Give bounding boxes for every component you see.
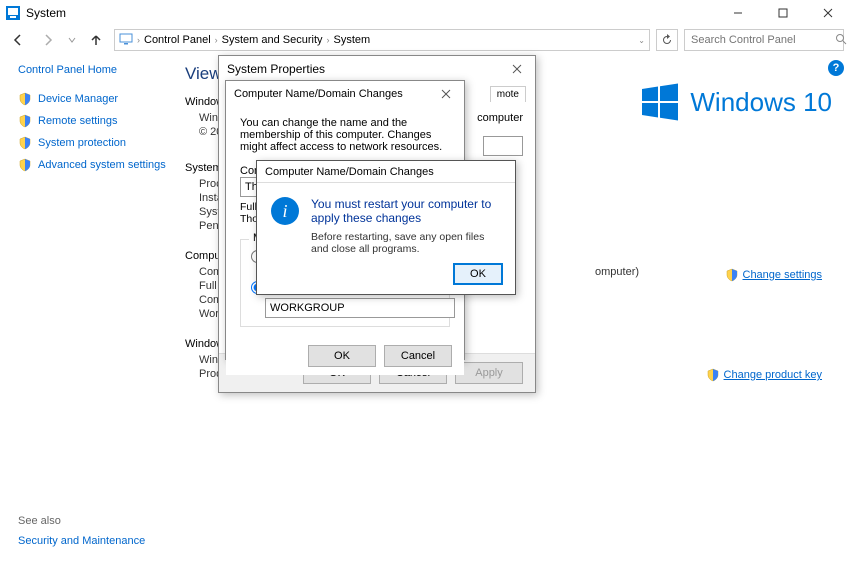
workgroup-input[interactable] (265, 298, 455, 318)
monitor-icon (119, 33, 133, 48)
breadcrumb-item[interactable]: Control Panel (144, 34, 211, 46)
titlebar: System (0, 0, 850, 26)
sidebar-link-remote-settings[interactable]: Remote settings (18, 114, 167, 128)
system-app-icon (6, 6, 20, 20)
back-button[interactable] (6, 28, 30, 52)
dialog-footer: OK (257, 263, 515, 295)
tab-remote[interactable]: mote (490, 86, 526, 102)
sidebar-link-system-protection[interactable]: System protection (18, 136, 167, 150)
breadcrumb-item[interactable]: System and Security (222, 34, 323, 46)
dialog-title: Computer Name/Domain Changes (265, 166, 507, 178)
dialog-title: Computer Name/Domain Changes (234, 88, 436, 100)
maximize-button[interactable] (760, 0, 805, 26)
ok-button[interactable]: OK (453, 263, 503, 285)
restart-body: Before restarting, save any open files a… (311, 231, 501, 255)
restart-prompt-dialog: Computer Name/Domain Changes i You must … (256, 160, 516, 295)
breadcrumb[interactable]: › Control Panel › System and Security › … (114, 29, 650, 51)
shield-icon (18, 158, 32, 172)
up-button[interactable] (84, 28, 108, 52)
sidebar-link-advanced-settings[interactable]: Advanced system settings (18, 158, 167, 172)
chevron-right-icon: › (215, 35, 218, 45)
window-title: System (26, 6, 715, 20)
change-settings-link[interactable]: Change settings (725, 268, 823, 282)
shield-icon (725, 268, 739, 282)
restart-headline: You must restart your computer to apply … (311, 197, 501, 225)
close-icon[interactable] (436, 84, 456, 104)
see-also-header: See also (18, 515, 145, 527)
dialog-body: i You must restart your computer to appl… (257, 183, 515, 263)
close-button[interactable] (805, 0, 850, 26)
dialog-titlebar[interactable]: Computer Name/Domain Changes (226, 81, 464, 107)
sidebar-link-device-manager[interactable]: Device Manager (18, 92, 167, 106)
shield-icon (18, 136, 32, 150)
forward-button[interactable] (36, 28, 60, 52)
close-icon[interactable] (507, 59, 527, 79)
minimize-button[interactable] (715, 0, 760, 26)
breadcrumb-item[interactable]: System (334, 34, 371, 46)
windows-logo-text: Windows 10 (690, 87, 832, 118)
dialog-titlebar[interactable]: System Properties (219, 56, 535, 82)
change-product-key-link[interactable]: Change product key (706, 368, 822, 382)
apply-button[interactable]: Apply (455, 362, 523, 384)
control-panel-home-link[interactable]: Control Panel Home (18, 64, 167, 76)
windows-logo-icon (640, 82, 680, 122)
recent-dropdown[interactable] (66, 28, 78, 52)
ok-button[interactable]: OK (308, 345, 376, 367)
shield-icon (706, 368, 720, 382)
chevron-right-icon: › (137, 35, 140, 45)
search-icon (835, 33, 847, 48)
chevron-right-icon: › (327, 35, 330, 45)
navbar: › Control Panel › System and Security › … (0, 26, 850, 54)
cancel-button[interactable]: Cancel (384, 345, 452, 367)
refresh-button[interactable] (656, 29, 678, 51)
windows-logo: Windows 10 (640, 82, 832, 122)
description-input-fragment[interactable] (483, 136, 523, 156)
shield-icon (18, 114, 32, 128)
computer-label: computer (477, 112, 523, 124)
shield-icon (18, 92, 32, 106)
dialog-title: System Properties (227, 62, 507, 76)
intro-text: You can change the name and the membersh… (240, 117, 450, 153)
breadcrumb-dropdown-icon[interactable]: ⌄ (638, 36, 645, 45)
search-box[interactable] (684, 29, 844, 51)
computer-name-suffix: omputer) (595, 266, 639, 278)
see-also-link[interactable]: Security and Maintenance (18, 535, 145, 547)
sidebar: Control Panel Home Device Manager Remote… (0, 54, 175, 567)
see-also: See also Security and Maintenance (18, 515, 145, 555)
dialog-footer: OK Cancel (226, 337, 464, 375)
search-input[interactable] (689, 33, 835, 47)
help-icon[interactable]: ? (828, 60, 844, 76)
dialog-titlebar[interactable]: Computer Name/Domain Changes (257, 161, 515, 183)
info-icon: i (271, 197, 299, 225)
